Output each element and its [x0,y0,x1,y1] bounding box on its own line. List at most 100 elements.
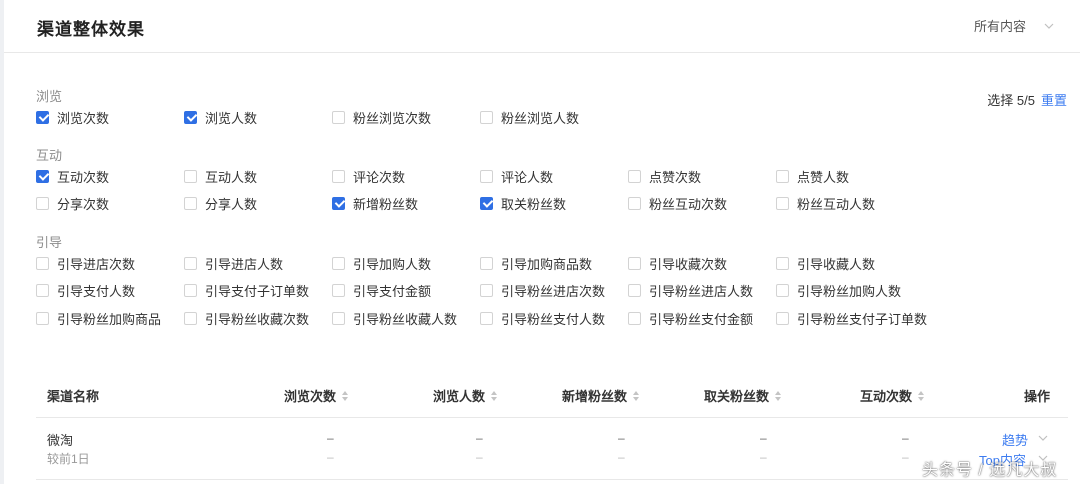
metric-checkbox[interactable]: 分享次数 [36,194,109,212]
metric-checkbox[interactable]: 引导进店次数 [36,254,135,272]
metric-label: 引导进店人数 [205,256,284,272]
metric-checkbox[interactable]: 引导粉丝收藏人数 [332,309,457,327]
group-title: 浏览 [36,89,63,104]
sort-icon[interactable] [775,390,781,401]
checkbox-unchecked-icon[interactable] [480,169,493,183]
metric-label: 引导进店次数 [57,256,136,272]
metric-checkbox[interactable]: 引导加购人数 [332,254,431,272]
checkbox-unchecked-icon[interactable] [36,311,49,325]
unfollowers-value: – [760,431,767,445]
metric-checkbox[interactable]: 取关粉丝数 [480,194,566,212]
metric-checkbox[interactable]: 引导粉丝收藏次数 [184,309,309,327]
metric-checkbox[interactable]: 评论人数 [480,167,553,185]
metric-checkbox[interactable]: 引导粉丝支付人数 [480,309,605,327]
metric-checkbox[interactable]: 粉丝浏览次数 [332,108,431,126]
metric-checkbox[interactable]: 引导粉丝进店人数 [628,281,753,299]
metric-checkbox[interactable]: 粉丝互动次数 [628,194,727,212]
metric-checkbox[interactable]: 互动人数 [184,167,257,185]
group-title: 互动 [36,148,63,163]
new-followers-compare: – [618,450,625,464]
column-unfollowers[interactable]: 取关粉丝数 [704,386,781,405]
metric-label: 引导粉丝收藏人数 [353,311,458,327]
checkbox-unchecked-icon[interactable] [332,311,345,325]
checkbox-unchecked-icon[interactable] [480,256,493,270]
sort-icon[interactable] [633,390,639,401]
checkbox-unchecked-icon[interactable] [628,283,641,297]
metric-checkbox[interactable]: 分享人数 [184,194,257,212]
checkbox-unchecked-icon[interactable] [36,283,49,297]
checkbox-unchecked-icon[interactable] [776,283,789,297]
visitors-value: – [476,431,483,445]
metric-label: 引导粉丝支付子订单数 [797,311,928,327]
metric-checkbox[interactable]: 点赞人数 [776,167,849,185]
metric-label: 分享人数 [205,196,258,212]
checkbox-checked-icon[interactable] [184,110,197,124]
metric-checkbox[interactable]: 点赞次数 [628,167,701,185]
left-strip [0,0,4,484]
metric-checkbox[interactable]: 引导粉丝支付子订单数 [776,309,927,327]
metric-checkbox[interactable]: 浏览人数 [184,108,257,126]
metric-checkbox[interactable]: 引导粉丝加购商品 [36,309,161,327]
checkbox-checked-icon[interactable] [480,196,493,210]
checkbox-unchecked-icon[interactable] [184,311,197,325]
checkbox-checked-icon[interactable] [36,169,49,183]
checkbox-unchecked-icon[interactable] [480,311,493,325]
table-header: 渠道名称 浏览次数 浏览人数 新增粉丝数 取关粉丝数 互动次数 操作 [36,372,1068,418]
metric-checkbox[interactable]: 粉丝互动人数 [776,194,875,212]
checkbox-unchecked-icon[interactable] [480,283,493,297]
checkbox-unchecked-icon[interactable] [332,169,345,183]
views-compare: – [327,450,334,464]
column-visitors[interactable]: 浏览人数 [433,386,497,405]
column-new-followers[interactable]: 新增粉丝数 [562,386,639,405]
checkbox-unchecked-icon[interactable] [36,196,49,210]
page-header: 渠道整体效果 所有内容 [4,0,1080,53]
content-filter-dropdown[interactable]: 所有内容 [974,16,1056,35]
checkbox-unchecked-icon[interactable] [332,256,345,270]
metric-checkbox[interactable]: 引导加购商品数 [480,254,592,272]
metric-checkbox[interactable]: 引导收藏次数 [628,254,727,272]
metric-checkbox[interactable]: 新增粉丝数 [332,194,418,212]
metric-checkbox[interactable]: 评论次数 [332,167,405,185]
metric-checkbox[interactable]: 引导粉丝支付金额 [628,309,753,327]
metric-checkbox[interactable]: 引导支付子订单数 [184,281,309,299]
checkbox-unchecked-icon[interactable] [776,196,789,210]
group-title: 引导 [36,235,63,250]
metric-checkbox[interactable]: 粉丝浏览人数 [480,108,579,126]
checkbox-unchecked-icon[interactable] [628,169,641,183]
checkbox-checked-icon[interactable] [36,110,49,124]
checkbox-unchecked-icon[interactable] [36,256,49,270]
checkbox-unchecked-icon[interactable] [776,311,789,325]
checkbox-unchecked-icon[interactable] [184,169,197,183]
metric-label: 引导加购商品数 [501,256,593,272]
checkbox-checked-icon[interactable] [332,196,345,210]
checkbox-unchecked-icon[interactable] [332,283,345,297]
reset-link[interactable]: 重置 [1041,93,1067,108]
checkbox-unchecked-icon[interactable] [184,283,197,297]
checkbox-unchecked-icon[interactable] [628,256,641,270]
checkbox-unchecked-icon[interactable] [332,110,345,124]
sort-icon[interactable] [918,390,924,401]
checkbox-unchecked-icon[interactable] [480,110,493,124]
sort-icon[interactable] [342,390,348,401]
column-views[interactable]: 浏览次数 [284,386,348,405]
checkbox-unchecked-icon[interactable] [776,169,789,183]
checkbox-unchecked-icon[interactable] [184,256,197,270]
checkbox-unchecked-icon[interactable] [776,256,789,270]
metric-checkbox[interactable]: 浏览次数 [36,108,109,126]
sort-icon[interactable] [491,390,497,401]
metric-label: 引导收藏人数 [797,256,876,272]
metric-label: 粉丝互动人数 [797,196,876,212]
checkbox-unchecked-icon[interactable] [184,196,197,210]
metric-checkbox[interactable]: 引导支付人数 [36,281,135,299]
metric-checkbox[interactable]: 引导粉丝加购人数 [776,281,901,299]
checkbox-unchecked-icon[interactable] [628,311,641,325]
column-interactions[interactable]: 互动次数 [860,386,924,405]
metric-checkbox[interactable]: 引导粉丝进店次数 [480,281,605,299]
trend-link[interactable]: 趋势 [1002,430,1028,449]
metric-checkbox[interactable]: 引导进店人数 [184,254,283,272]
metric-checkbox[interactable]: 引导收藏人数 [776,254,875,272]
chevron-down-icon[interactable] [1037,432,1049,444]
metric-checkbox[interactable]: 互动次数 [36,167,109,185]
checkbox-unchecked-icon[interactable] [628,196,641,210]
metric-checkbox[interactable]: 引导支付金额 [332,281,431,299]
